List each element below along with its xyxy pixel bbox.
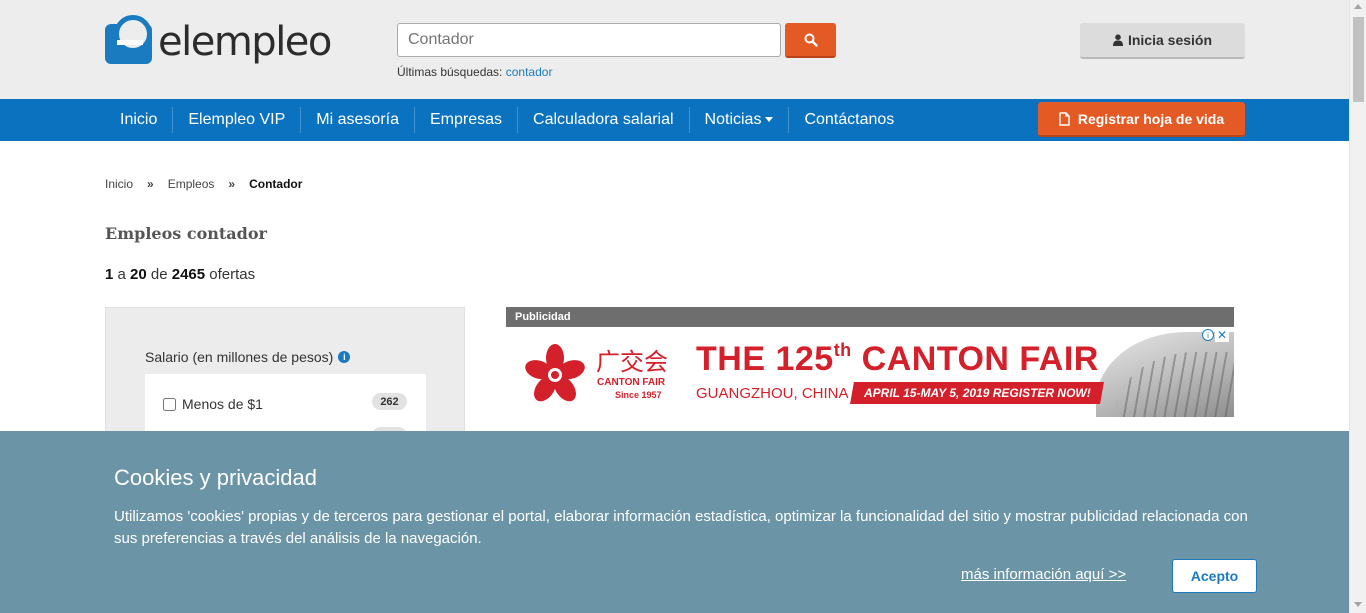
ad-title-post: CANTON FAIR (851, 340, 1099, 378)
cookie-more-info-link[interactable]: más información aquí >> (961, 566, 1126, 583)
login-button[interactable]: Inicia sesión (1080, 23, 1245, 59)
nav-item-label: Empresas (430, 111, 503, 128)
ad-info-icon[interactable]: i (1202, 329, 1214, 341)
nav-item-label: Elempleo VIP (188, 111, 286, 128)
page-scrollbar[interactable] (1349, 0, 1366, 613)
cookie-title: Cookies y privacidad (114, 465, 317, 490)
ad-since: Since 1957 (615, 390, 662, 400)
recent-search-link[interactable]: contador (506, 65, 553, 79)
logo-mark-icon (105, 15, 152, 64)
filter-panel: Salario (en millones de pesos) i Menos d… (105, 307, 465, 454)
ad-banner[interactable]: 广交会 CANTON FAIR Since 1957 THE 125th CAN… (506, 327, 1234, 417)
salary-filter-label: Salario (en millones de pesos) (145, 349, 334, 365)
user-icon (1112, 34, 1123, 46)
count-badge: 262 (372, 393, 407, 410)
results-from: 1 (105, 266, 114, 283)
scroll-down-icon[interactable] (1354, 602, 1362, 607)
nav-item-label: Calculadora salarial (533, 111, 674, 128)
ad-label: Publicidad (506, 307, 1234, 327)
register-cv-button[interactable]: Registrar hoja de vida (1038, 102, 1245, 137)
page-title: Empleos contador (105, 224, 267, 243)
cookie-banner: Cookies y privacidad Utilizamos 'cookies… (0, 431, 1349, 613)
breadcrumb-item-current: Contador (249, 177, 303, 191)
recent-searches: Últimas búsquedas: contador (397, 65, 552, 79)
results-total: 2465 (171, 266, 206, 283)
search-input[interactable] (397, 23, 781, 57)
nav-item-inicio[interactable]: Inicio (105, 107, 174, 133)
nav-item-mi-asesoria[interactable]: Mi asesoría (301, 107, 415, 133)
breadcrumb-item-inicio[interactable]: Inicio (105, 177, 133, 191)
breadcrumb-separator: » (228, 177, 236, 191)
scroll-up-icon[interactable] (1354, 4, 1362, 9)
register-cv-label: Registrar hoja de vida (1077, 110, 1225, 127)
nav-item-noticias[interactable]: Noticias (690, 107, 790, 133)
ad-title: THE 125th CANTON FAIR (696, 340, 1099, 379)
results-suffix: ofertas (209, 266, 256, 283)
scroll-thumb[interactable] (1353, 17, 1364, 102)
logo-text: elempleo (158, 19, 332, 65)
caret-down-icon (765, 117, 774, 123)
nav-item-contactanos[interactable]: Contáctanos (789, 107, 909, 133)
recent-searches-label: Últimas búsquedas: (397, 65, 503, 79)
salary-filter-title: Salario (en millones de pesos) i (145, 349, 351, 365)
nav-item-label: Inicio (120, 111, 158, 128)
ad-close-icon[interactable]: ✕ (1215, 328, 1230, 342)
breadcrumb-separator: » (147, 177, 154, 191)
nav-item-label: Contáctanos (804, 111, 895, 128)
ad-dates-text: APRIL 15-MAY 5, 2019 REGISTER NOW! (863, 386, 1091, 400)
document-icon (1059, 111, 1070, 126)
nav-item-elempleo-vip[interactable]: Elempleo VIP (173, 107, 302, 133)
nav-item-label: Mi asesoría (316, 111, 399, 128)
salary-option[interactable]: Menos de $1 (163, 396, 263, 412)
cookie-text: Utilizamos 'cookies' propias y de tercer… (114, 508, 1248, 547)
ad-chinese-text: 广交会 (596, 348, 668, 376)
nav-item-label: Noticias (704, 111, 762, 128)
top-header: elempleo Últimas búsquedas: contador Ini… (0, 0, 1349, 99)
nav-item-calculadora-salarial[interactable]: Calculadora salarial (518, 107, 690, 133)
results-de: de (150, 266, 168, 283)
results-count: 1 a 20 de 2465 ofertas (105, 266, 255, 283)
ad-brand: CANTON FAIR (597, 377, 666, 388)
salary-option-label: Menos de $1 (182, 396, 263, 412)
nav-item-empresas[interactable]: Empresas (415, 107, 519, 133)
breadcrumb-item-empleos[interactable]: Empleos (168, 177, 215, 191)
ad-dates: APRIL 15-MAY 5, 2019 REGISTER NOW! (850, 382, 1104, 404)
ad-title-pre: THE 125 (696, 340, 834, 378)
breadcrumb: Inicio » Empleos » Contador (105, 177, 302, 191)
nav-list: Inicio Elempleo VIP Mi asesoría Empresas… (105, 99, 909, 141)
login-label: Inicia sesión (1127, 32, 1213, 48)
results-to: 20 (130, 266, 147, 283)
canton-fair-flower-icon (525, 344, 585, 402)
elempleo-logo[interactable]: elempleo (105, 15, 332, 67)
cookie-accept-button[interactable]: Acepto (1172, 559, 1257, 593)
search-button[interactable] (785, 23, 836, 58)
ad-building-image (1096, 332, 1234, 417)
salary-option-checkbox[interactable] (163, 397, 176, 411)
search-icon (804, 33, 818, 47)
info-icon[interactable]: i (338, 351, 351, 363)
results-a: a (117, 266, 126, 283)
ad-title-sup: th (833, 340, 852, 360)
ad-city: GUANGZHOU, CHINA (696, 385, 849, 402)
